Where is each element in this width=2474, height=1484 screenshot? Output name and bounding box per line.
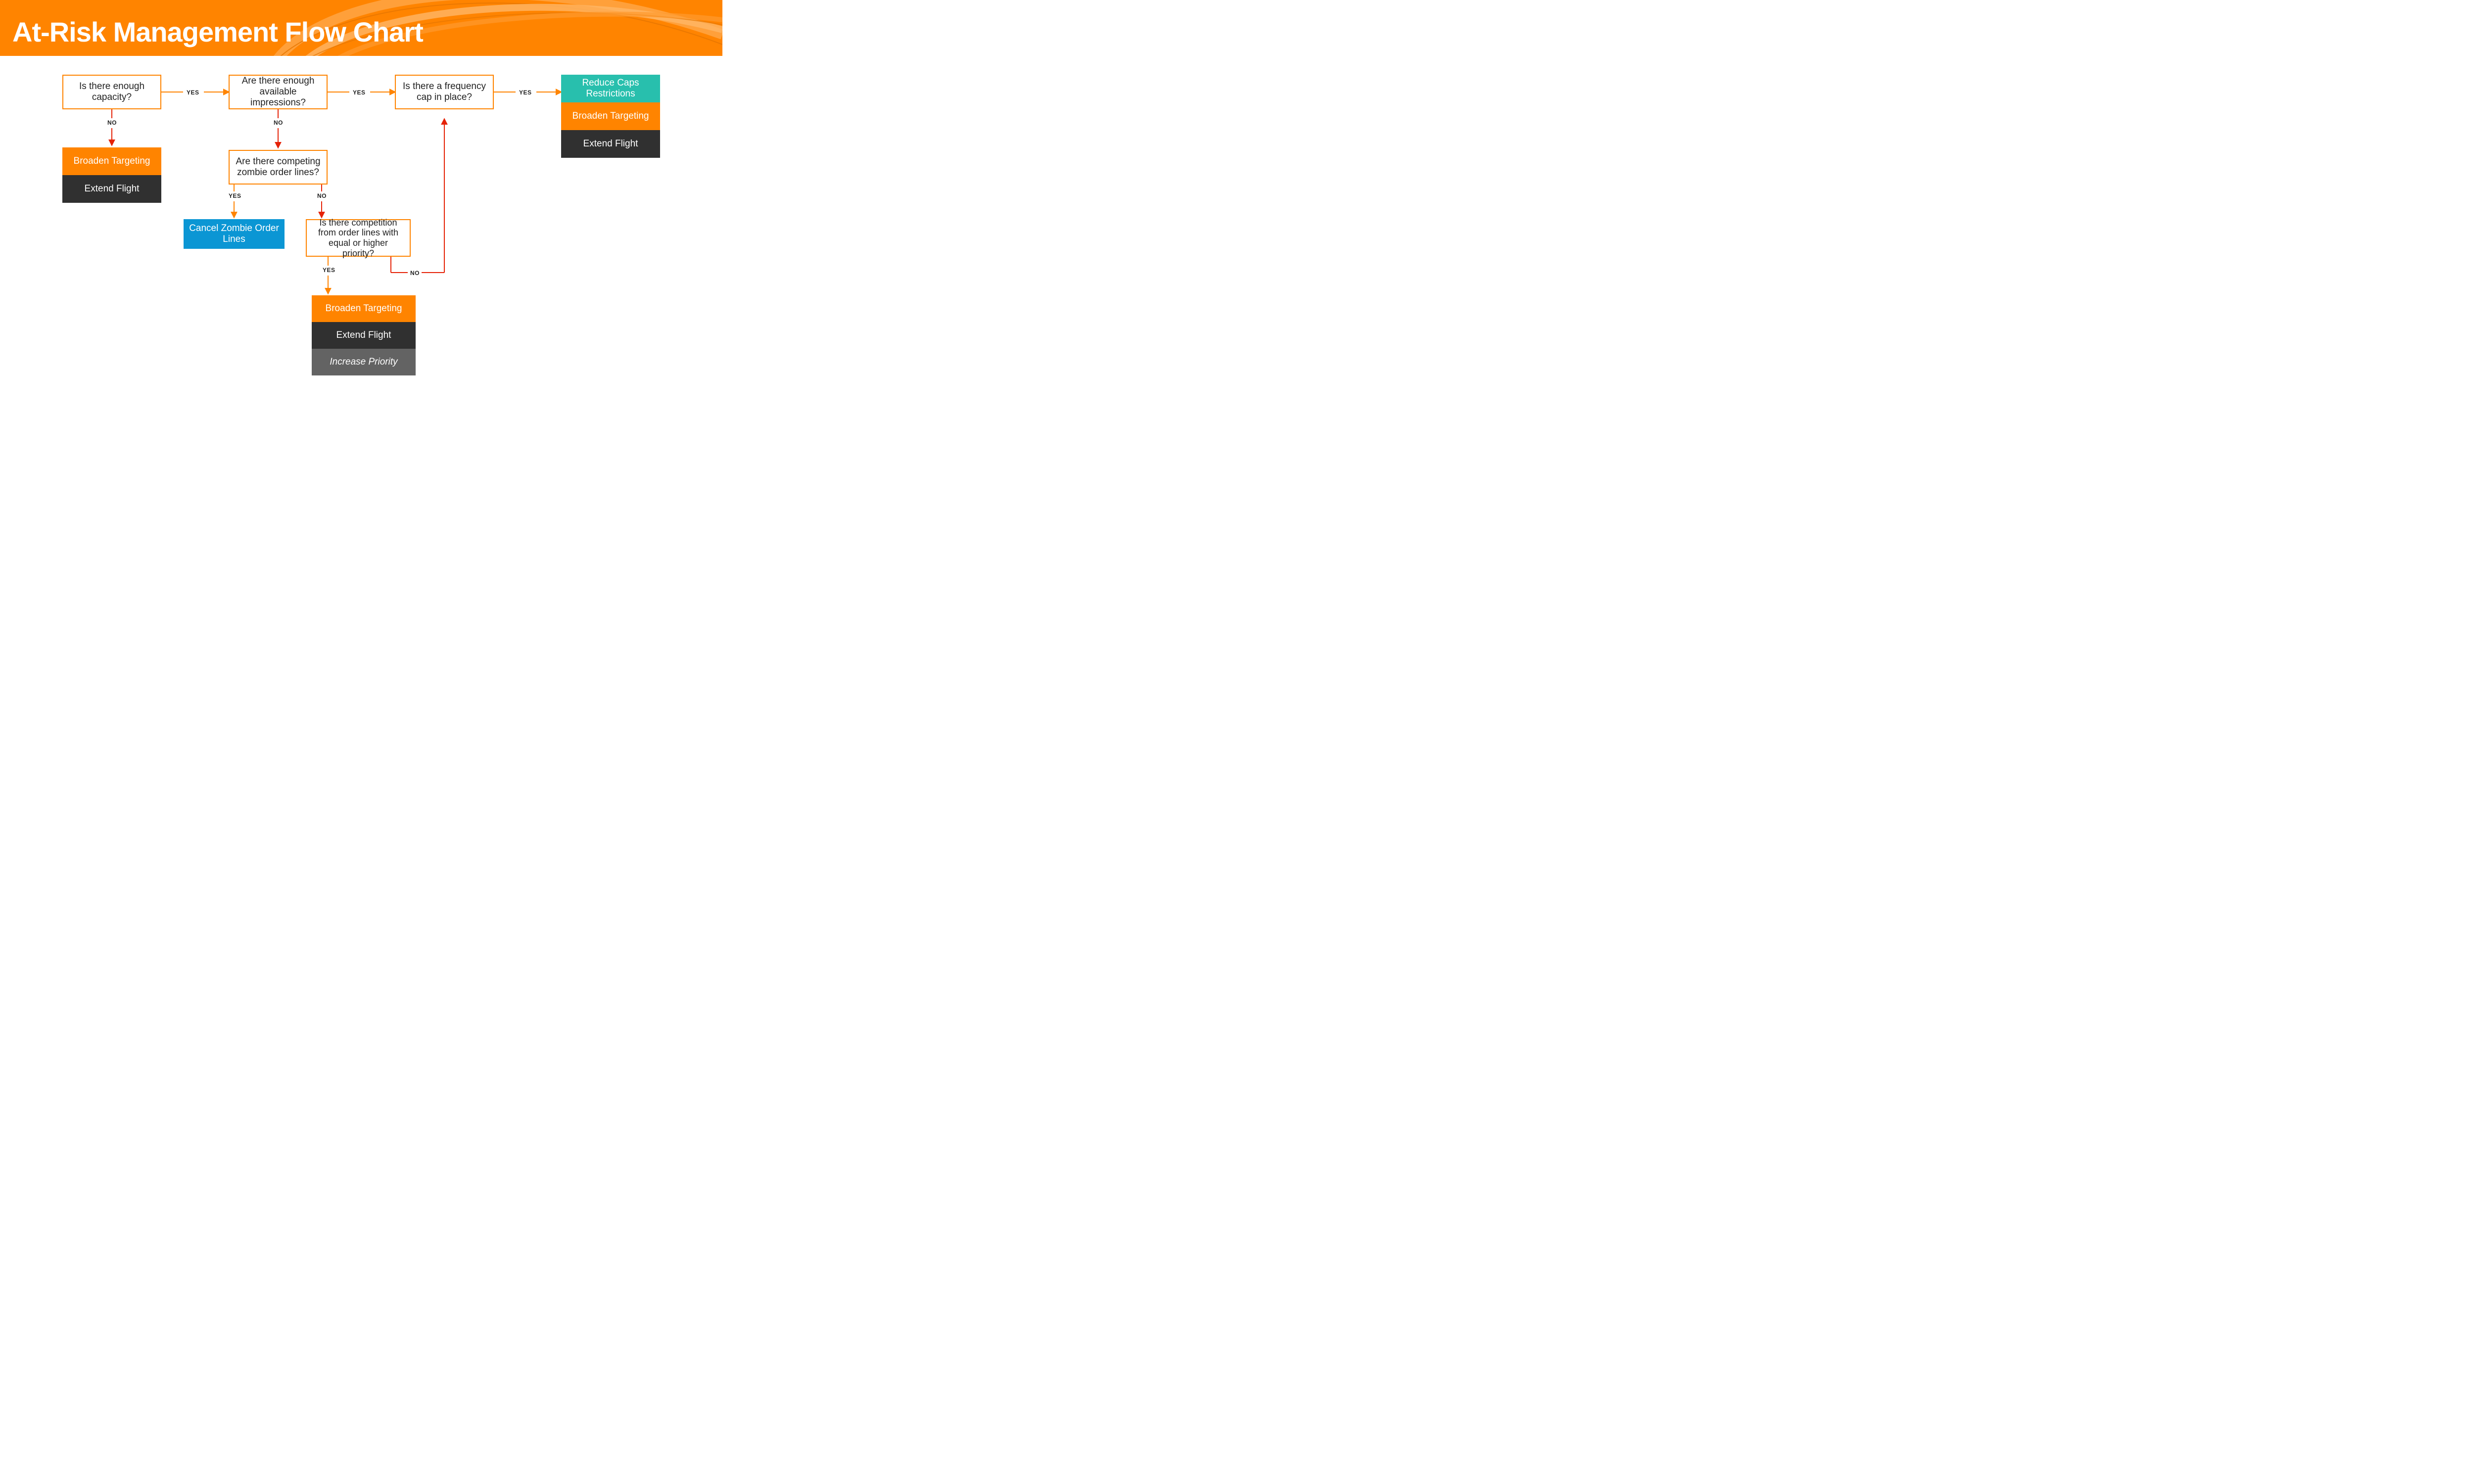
action-broaden-targeting: Broaden Targeting (561, 102, 660, 130)
label-no: NO (317, 192, 327, 199)
label-yes: YES (187, 89, 199, 96)
label-no: NO (410, 270, 420, 277)
action-broaden-targeting: Broaden Targeting (62, 147, 161, 175)
question-freqcap: Is there a frequency cap in place? (395, 75, 494, 109)
question-zombie: Are there competing zombie order lines? (229, 150, 328, 185)
flowchart-canvas: Is there enough capacity? Are there enou… (0, 56, 722, 406)
action-reduce-caps: Reduce Caps Restrictions (561, 75, 660, 102)
label-yes: YES (353, 89, 366, 96)
label-no: NO (274, 119, 283, 126)
question-priority: Is there competition from order lines wi… (306, 219, 411, 257)
action-extend-flight: Extend Flight (62, 175, 161, 203)
label-yes: YES (229, 192, 241, 199)
action-cancel-zombie: Cancel Zombie Order Lines (184, 219, 285, 249)
label-yes: YES (519, 89, 532, 96)
action-increase-priority: Increase Priority (312, 349, 416, 375)
action-extend-flight: Extend Flight (312, 322, 416, 349)
question-capacity: Is there enough capacity? (62, 75, 161, 109)
label-no: NO (107, 119, 117, 126)
action-broaden-targeting: Broaden Targeting (312, 295, 416, 322)
question-impressions: Are there enough available impressions? (229, 75, 328, 109)
header: At-Risk Management Flow Chart (0, 0, 722, 56)
page-title: At-Risk Management Flow Chart (0, 0, 722, 48)
action-extend-flight: Extend Flight (561, 130, 660, 158)
label-yes: YES (323, 267, 335, 274)
